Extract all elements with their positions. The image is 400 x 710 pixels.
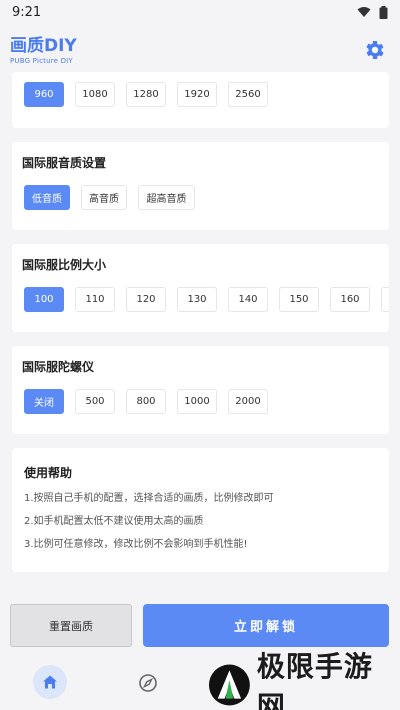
gyro-options: 关闭 500 800 1000 2000: [24, 389, 268, 414]
help-title: 使用帮助: [24, 466, 73, 480]
gyro-card: 国际服陀螺仪 关闭 500 800 1000 2000: [12, 346, 389, 434]
tab-home[interactable]: [33, 665, 67, 699]
action-bar: 重置画质 立即解锁: [0, 604, 400, 648]
ratio-options: 100 110 120 130 140 150 160: [24, 287, 389, 312]
help-line-1: 1.按照自己手机的配置，选择合适的画质，比例修改即可: [24, 493, 274, 504]
ratio-option-120[interactable]: 120: [126, 287, 166, 312]
audio-title: 国际服音质设置: [22, 156, 107, 170]
ratio-option-140[interactable]: 140: [228, 287, 268, 312]
resolution-options: 960 1080 1280 1920 2560: [24, 82, 268, 107]
ratio-option-150[interactable]: 150: [279, 287, 319, 312]
battery-icon: [379, 5, 388, 19]
audio-option-high[interactable]: 高音质: [81, 185, 127, 210]
resolution-option-1920[interactable]: 1920: [177, 82, 217, 107]
compass-icon[interactable]: [138, 673, 158, 693]
gyro-title: 国际服陀螺仪: [22, 360, 95, 374]
home-icon: [43, 675, 57, 689]
gear-icon[interactable]: [362, 38, 386, 62]
status-bar: 9:21: [0, 0, 400, 24]
help-card: 使用帮助 1.按照自己手机的配置，选择合适的画质，比例修改即可 2.如手机配置太…: [12, 448, 389, 572]
resolution-card: 960 1080 1280 1920 2560: [12, 72, 389, 128]
app-subtitle: PUBG Picture DIY: [10, 57, 73, 65]
ratio-option-160[interactable]: 160: [330, 287, 370, 312]
gyro-option-2000[interactable]: 2000: [228, 389, 268, 414]
wifi-icon: [357, 7, 371, 17]
ratio-option-110[interactable]: 110: [75, 287, 115, 312]
app-header: 画质DIY PUBG Picture DIY: [0, 24, 400, 74]
resolution-option-2560[interactable]: 2560: [228, 82, 268, 107]
audio-option-low[interactable]: 低音质: [24, 185, 70, 210]
watermark: 极限手游网: [208, 650, 398, 710]
help-line-2: 2.如手机配置太低不建议使用太高的画质: [24, 516, 204, 527]
status-time: 9:21: [12, 4, 42, 20]
ratio-option-partial[interactable]: [381, 287, 389, 312]
ratio-option-130[interactable]: 130: [177, 287, 217, 312]
gyro-option-500[interactable]: 500: [75, 389, 115, 414]
audio-option-ultra[interactable]: 超高音质: [138, 185, 195, 210]
reset-button[interactable]: 重置画质: [10, 604, 132, 647]
gyro-option-1000[interactable]: 1000: [177, 389, 217, 414]
gyro-option-off[interactable]: 关闭: [24, 389, 64, 414]
resolution-option-1080[interactable]: 1080: [75, 82, 115, 107]
ratio-title: 国际服比例大小: [22, 258, 107, 272]
unlock-button[interactable]: 立即解锁: [143, 604, 389, 647]
audio-card: 国际服音质设置 低音质 高音质 超高音质: [12, 142, 389, 230]
watermark-logo-icon: [208, 664, 250, 706]
resolution-option-960[interactable]: 960: [24, 82, 64, 107]
gyro-option-800[interactable]: 800: [126, 389, 166, 414]
help-line-3: 3.比例可任意修改，修改比例不会影响到手机性能!: [24, 539, 248, 550]
ratio-card: 国际服比例大小 100 110 120 130 140 150 160: [12, 244, 389, 332]
ratio-option-100[interactable]: 100: [24, 287, 64, 312]
watermark-text: 极限手游网: [256, 650, 373, 710]
resolution-option-1280[interactable]: 1280: [126, 82, 166, 107]
app-title: 画质DIY: [10, 36, 77, 56]
audio-options: 低音质 高音质 超高音质: [24, 185, 195, 210]
